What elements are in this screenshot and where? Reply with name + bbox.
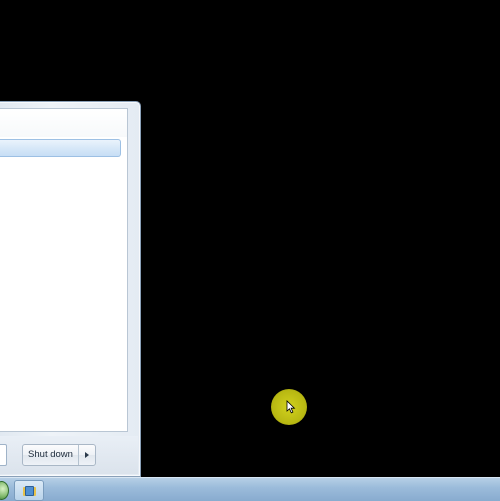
start-menu: Shut down [0, 101, 141, 477]
windows-orb-icon[interactable] [0, 481, 9, 500]
chevron-right-icon [85, 452, 89, 458]
programs-top-strip [0, 109, 127, 137]
shutdown-group: Shut down [22, 444, 96, 466]
search-input[interactable] [0, 444, 7, 466]
programs-pane [0, 108, 128, 432]
desktop: Shut down [0, 0, 500, 501]
mouse-pointer-icon [286, 400, 296, 414]
shutdown-button[interactable]: Shut down [23, 445, 78, 465]
start-menu-bottom-bar: Shut down [0, 436, 138, 474]
taskbar [0, 477, 500, 501]
highlighted-program-item[interactable] [0, 139, 121, 157]
shutdown-options-button[interactable] [78, 445, 95, 465]
taskbar-explorer-button[interactable] [14, 480, 44, 501]
windows-explorer-icon [22, 485, 36, 496]
